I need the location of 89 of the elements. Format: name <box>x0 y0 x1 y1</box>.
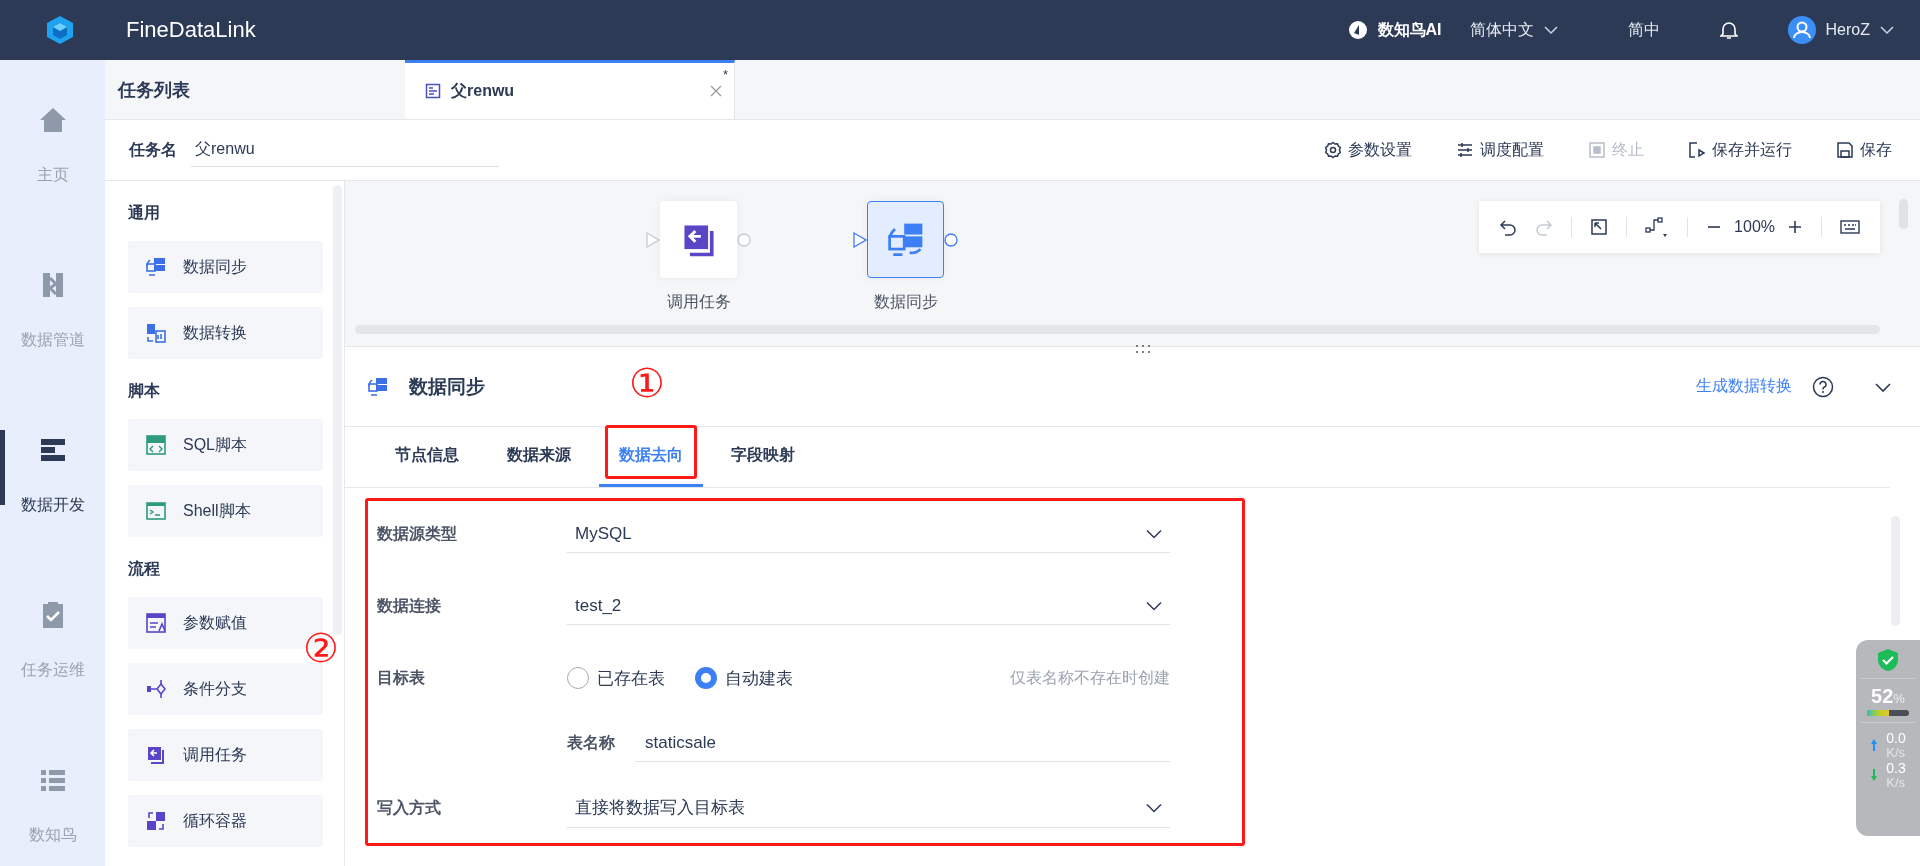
bird-logo-icon <box>1347 20 1368 40</box>
shield-check-icon <box>1877 648 1899 672</box>
fit-view-icon[interactable] <box>1590 218 1609 236</box>
chevron-down-icon <box>1146 802 1162 813</box>
branch-icon <box>145 678 167 700</box>
avatar-icon[interactable] <box>1787 16 1816 44</box>
palette-item[interactable]: 条件分支 <box>128 663 323 715</box>
arrow-up-icon <box>1870 738 1879 753</box>
zoom-in-icon[interactable] <box>1787 219 1803 235</box>
server-sync-icon <box>367 375 389 398</box>
group-heading: 流程 <box>128 559 161 579</box>
brand-name: FineDataLink <box>126 17 256 43</box>
modified-mark: * <box>722 67 728 82</box>
annotation-number: ① <box>629 363 665 403</box>
save-button[interactable]: 保存 <box>1832 135 1896 165</box>
group-heading: 脚本 <box>128 381 161 401</box>
chevron-down-icon <box>1880 25 1894 35</box>
output-port-icon[interactable] <box>944 232 958 247</box>
form-label: 表名称 <box>567 732 615 753</box>
keyboard-icon[interactable] <box>1840 219 1860 235</box>
stop-icon <box>1588 141 1606 159</box>
language-dropdown[interactable]: 简体中文 <box>1469 19 1534 41</box>
form-label: 数据源类型 <box>377 523 458 544</box>
help-icon[interactable] <box>1812 375 1834 398</box>
palette-item[interactable]: SQL脚本 <box>128 419 323 471</box>
save-icon <box>1836 141 1854 159</box>
close-icon[interactable] <box>710 85 722 97</box>
task-name-label: 任务名 <box>129 139 177 160</box>
task-list-title: 任务列表 <box>116 78 191 102</box>
input-field[interactable]: staticsale <box>635 724 1170 762</box>
run-icon <box>1688 141 1706 159</box>
chevron-down-icon <box>1146 600 1162 611</box>
percent-unit: % <box>1893 691 1905 706</box>
download-speed: 0.3 <box>1886 761 1906 776</box>
bell-icon[interactable] <box>1719 20 1738 40</box>
table-transform-icon <box>145 322 167 344</box>
panel-title: 数据同步 <box>409 374 485 399</box>
generate-transform-link[interactable]: 生成数据转换 <box>1696 376 1792 397</box>
language-button[interactable]: 简中 <box>1627 19 1660 41</box>
select-field[interactable]: 直接将数据写入目标表 <box>567 788 1170 828</box>
flow-node[interactable] <box>867 201 944 278</box>
call-task-icon <box>145 744 167 766</box>
node-label: 调用任务 <box>666 292 731 312</box>
panel-tab[interactable]: 数据来源 <box>487 427 591 487</box>
chevron-down-icon <box>1146 528 1162 539</box>
node-label: 数据同步 <box>873 292 938 312</box>
nav-item[interactable]: 数据开发 <box>0 390 105 555</box>
collapse-icon[interactable] <box>1874 380 1892 393</box>
palette-item[interactable]: Shell脚本 <box>128 485 323 537</box>
arrow-down-icon <box>1870 768 1879 783</box>
cpu-percent: 52 <box>1871 685 1894 708</box>
settings-icon <box>1324 141 1342 159</box>
terminal-icon <box>145 500 167 522</box>
task-file-icon <box>425 83 441 99</box>
ai-link[interactable]: 数知鸟AI <box>1377 19 1442 41</box>
task-name-field[interactable]: 父renwu <box>191 133 499 167</box>
connector-style-icon[interactable] <box>1645 216 1670 238</box>
zoom-level: 100% <box>1734 218 1775 236</box>
undo-icon[interactable] <box>1499 218 1518 236</box>
panel-tab[interactable]: 节点信息 <box>375 427 479 487</box>
user-name[interactable]: HeroZ <box>1825 21 1870 39</box>
save-run-button[interactable]: 保存并运行 <box>1684 135 1796 165</box>
form-label: 数据连接 <box>377 595 442 616</box>
form-label: 目标表 <box>377 667 426 688</box>
palette-item[interactable]: 数据同步 <box>128 241 323 293</box>
palette-item[interactable]: 调用任务 <box>128 729 323 781</box>
loop-icon <box>145 810 167 832</box>
panel-tab[interactable]: 数据去向 <box>599 427 703 487</box>
flow-node[interactable] <box>660 201 737 278</box>
group-heading: 通用 <box>128 203 161 223</box>
settings-button[interactable]: 参数设置 <box>1320 135 1416 165</box>
radio-option[interactable]: 自动建表 <box>695 666 793 690</box>
file-tab[interactable]: 父renwu * <box>405 60 735 119</box>
cube-logo-icon <box>44 14 76 46</box>
parameter-icon <box>145 612 167 634</box>
palette-item[interactable]: 数据转换 <box>128 307 323 359</box>
sql-file-icon <box>145 434 167 456</box>
schedule-button[interactable]: 调度配置 <box>1452 135 1548 165</box>
panel-tab[interactable]: 字段映射 <box>711 427 815 487</box>
server-sync-icon <box>145 256 167 278</box>
radio-option[interactable]: 已存在表 <box>567 666 665 690</box>
form-label: 写入方式 <box>377 797 442 818</box>
chevron-down-icon <box>1543 25 1558 35</box>
sliders-icon <box>1456 141 1474 159</box>
hint-text: 仅表名称不存在时创建 <box>1010 667 1170 688</box>
select-field[interactable]: MySQL <box>567 515 1170 553</box>
palette-item[interactable]: 循环容器 <box>128 795 323 847</box>
select-field[interactable]: test_2 <box>567 587 1170 625</box>
upload-speed: 0.0 <box>1886 731 1906 746</box>
